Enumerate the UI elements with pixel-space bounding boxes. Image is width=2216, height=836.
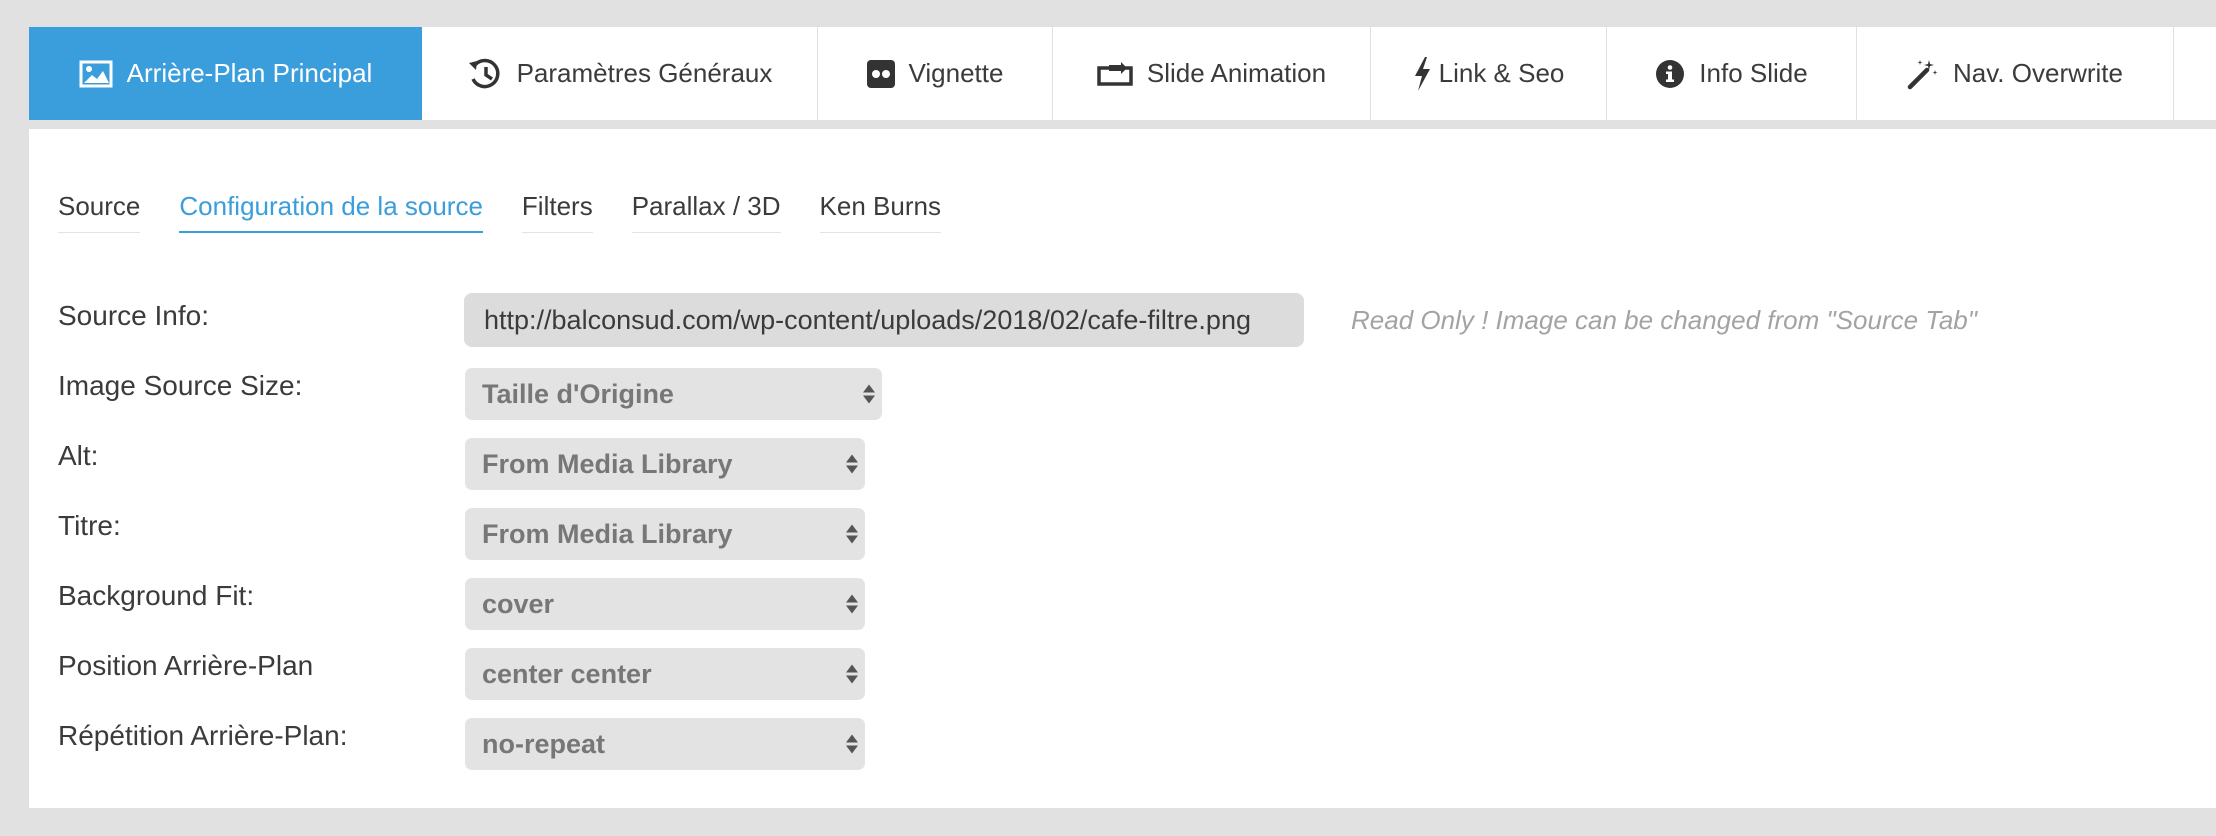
tab-info-slide[interactable]: Info Slide: [1607, 27, 1857, 120]
tab-arriere-plan-principal[interactable]: Arrière-Plan Principal: [29, 27, 422, 120]
source-info-hint: Read Only ! Image can be changed from "S…: [1351, 305, 1977, 335]
select-arrows-icon: [846, 524, 858, 544]
image-icon: [79, 60, 113, 88]
settings-panel: Source Configuration de la source Filter…: [29, 129, 2216, 808]
image-source-size-select[interactable]: Taille d'Origine: [465, 368, 882, 420]
flickr-icon: [866, 59, 895, 88]
titre-select[interactable]: From Media Library: [465, 508, 865, 560]
tab-slide-animation[interactable]: Slide Animation: [1053, 27, 1371, 120]
select-value: center center: [482, 658, 652, 689]
alt-select[interactable]: From Media Library: [465, 438, 865, 490]
subtab-parallax-3d[interactable]: Parallax / 3D: [631, 191, 781, 233]
select-value: Taille d'Origine: [482, 378, 674, 409]
main-tab-bar: Arrière-Plan Principal Paramètres Généra…: [29, 27, 2216, 120]
bolt-icon: [1413, 56, 1431, 91]
tab-nav-overwrite[interactable]: Nav. Overwrite: [1857, 27, 2174, 120]
alt-label: Alt:: [58, 440, 99, 471]
background-fit-label: Background Fit:: [58, 580, 255, 611]
select-arrows-icon: [863, 384, 875, 404]
tab-vignette[interactable]: Vignette: [818, 27, 1053, 120]
source-info-label: Source Info:: [58, 300, 209, 331]
titre-label: Titre:: [58, 510, 121, 541]
select-value: no-repeat: [482, 728, 606, 759]
select-arrows-icon: [846, 454, 858, 474]
subtab-ken-burns[interactable]: Ken Burns: [819, 191, 941, 233]
select-arrows-icon: [846, 734, 858, 754]
tab-label: Slide Animation: [1146, 58, 1327, 88]
repetition-arriere-plan-select[interactable]: no-repeat: [465, 718, 865, 770]
position-arriere-plan-select[interactable]: center center: [465, 648, 865, 700]
select-value: cover: [482, 588, 555, 619]
info-icon: [1655, 59, 1685, 89]
position-arriere-plan-label: Position Arrière-Plan: [58, 650, 314, 681]
tab-label: Vignette: [908, 58, 1004, 88]
select-value: From Media Library: [482, 518, 733, 549]
background-fit-select[interactable]: cover: [465, 578, 865, 630]
tab-label: Info Slide: [1699, 58, 1808, 88]
subtab-configuration-de-la-source[interactable]: Configuration de la source: [179, 191, 483, 233]
select-value: From Media Library: [482, 448, 733, 479]
tab-label: Link & Seo: [1438, 58, 1565, 88]
sub-tab-bar: Source Configuration de la source Filter…: [58, 191, 941, 233]
tab-link-seo[interactable]: Link & Seo: [1371, 27, 1607, 120]
select-arrows-icon: [846, 594, 858, 614]
select-arrows-icon: [846, 664, 858, 684]
source-info-field: http://balconsud.com/wp-content/uploads/…: [464, 293, 1304, 347]
magic-wand-icon: [1907, 58, 1939, 90]
transition-icon: [1097, 61, 1133, 86]
tab-label: Arrière-Plan Principal: [126, 58, 373, 88]
subtab-filters[interactable]: Filters: [521, 191, 593, 233]
subtab-source[interactable]: Source: [58, 191, 141, 233]
image-source-size-label: Image Source Size:: [58, 370, 303, 401]
tab-parametres-generaux[interactable]: Paramètres Généraux: [422, 27, 818, 120]
tab-label: Paramètres Généraux: [516, 58, 773, 88]
repetition-arriere-plan-label: Répétition Arrière-Plan:: [58, 720, 348, 751]
tab-bar-separator: [29, 120, 2216, 129]
history-icon: [467, 57, 503, 91]
tab-label: Nav. Overwrite: [1953, 58, 2123, 88]
